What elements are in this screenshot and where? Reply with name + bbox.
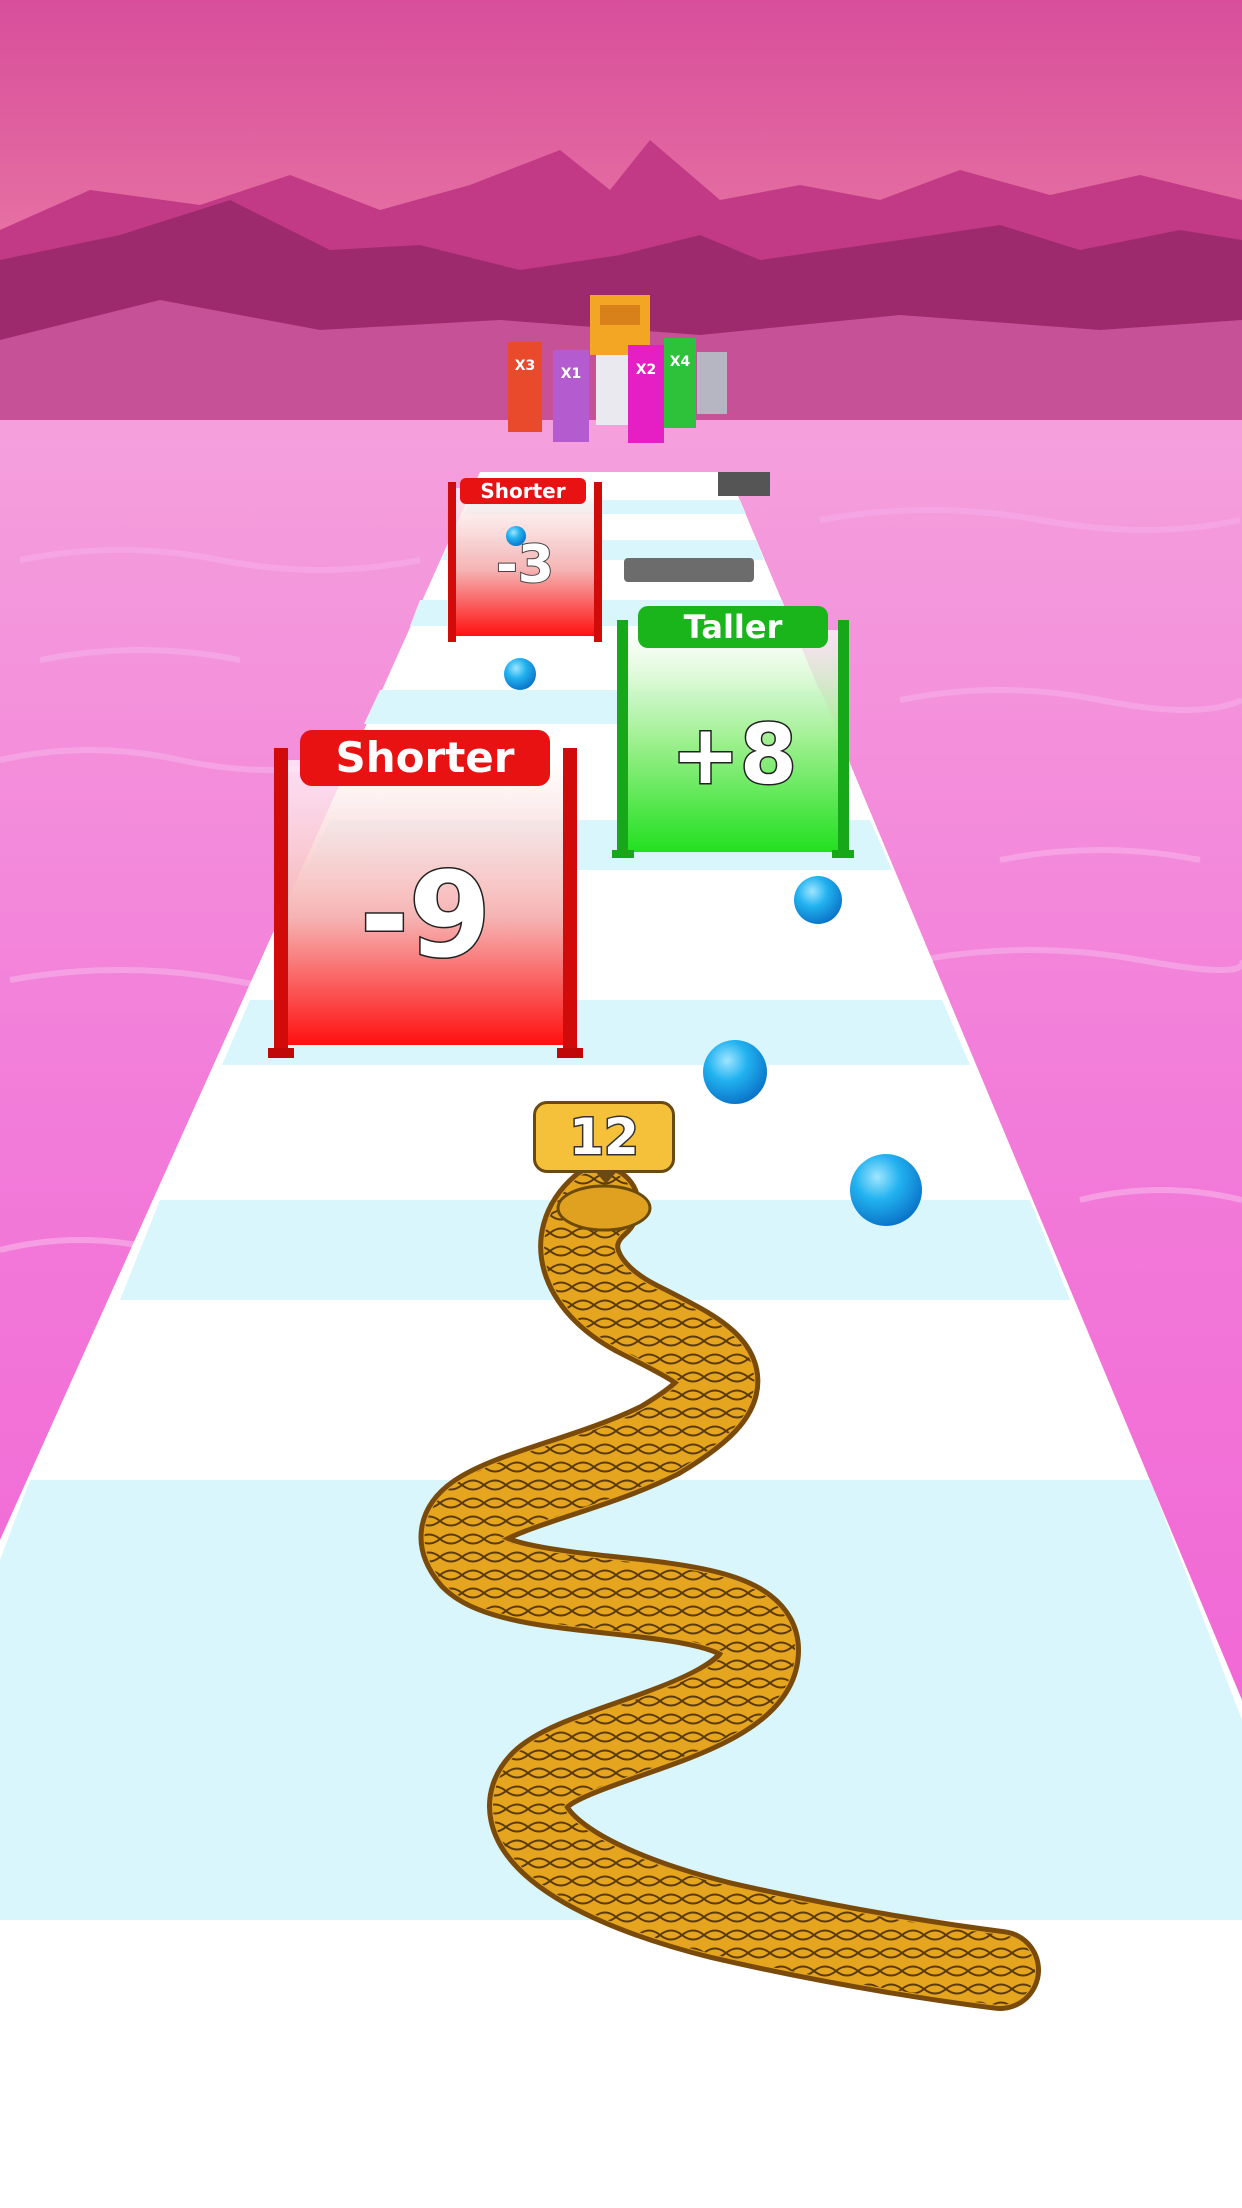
multiplier-x3: X3 [515,358,536,374]
gate-value-plus-8: +8 [670,707,799,805]
multiplier-x2: X2 [636,362,657,378]
gate-value-minus-3: -3 [495,534,555,596]
snake-head [556,1184,652,1232]
multiplier-x1: X1 [561,366,582,382]
orb [850,1154,922,1226]
gate-label-taller: Taller [683,608,783,646]
orb [794,876,842,924]
gate-label-shorter-far: Shorter [480,479,566,503]
gate-value-minus-9: -9 [358,846,492,984]
snake-length-badge: 12 [533,1101,675,1173]
gate-label-shorter-near: Shorter [335,733,515,782]
orb [504,658,536,690]
snake-length-badge-pointer [594,1170,618,1184]
multiplier-x4: X4 [670,354,691,370]
track-end-block [718,472,770,496]
orb [703,1040,767,1104]
track-hole [624,558,754,582]
